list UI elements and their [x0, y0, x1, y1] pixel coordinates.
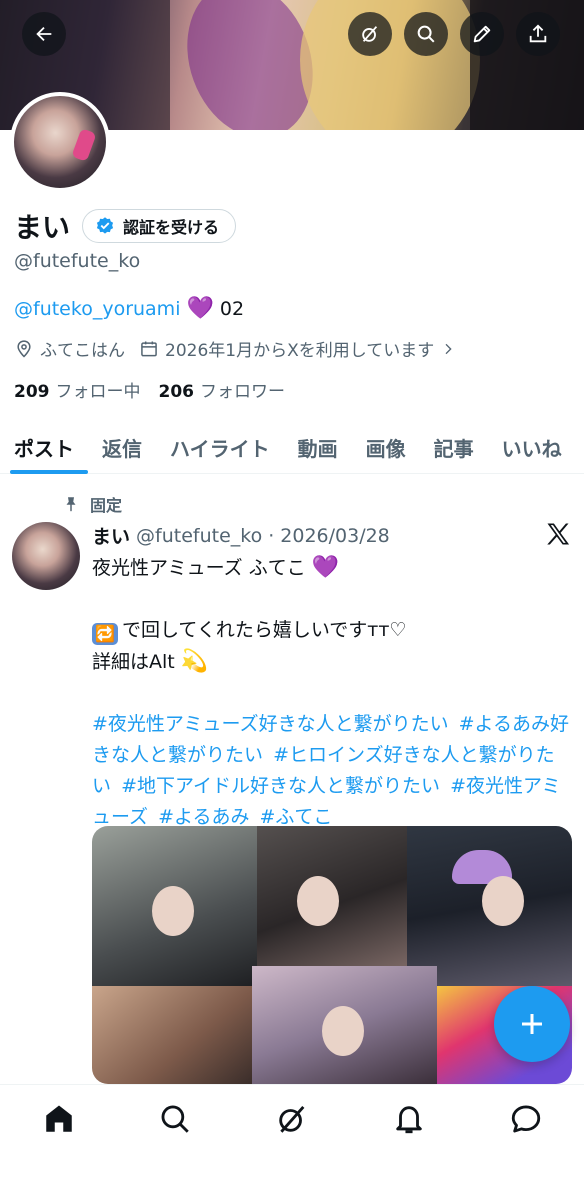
post-author-avatar[interactable] [12, 522, 80, 590]
nav-notifications[interactable] [392, 1102, 426, 1136]
chevron-right-icon [445, 343, 452, 354]
followers-link[interactable]: 206 フォロワー [159, 377, 286, 402]
purple-heart-emoji: 💜 [311, 555, 340, 580]
pinned-indicator: 固定 [62, 492, 122, 516]
tab-likes[interactable]: いいね [488, 420, 576, 474]
share-icon [529, 24, 547, 43]
media-photo[interactable] [92, 986, 252, 1084]
bottom-navigation [0, 1084, 584, 1200]
hashtag-link[interactable]: #よるあみ [158, 806, 249, 828]
post-hashtags: #夜光性アミューズ好きな人と繋がりたい #よるあみ好きな人と繋がりたい #ヒロイ… [92, 713, 569, 828]
grok-icon [362, 26, 378, 42]
get-verified-label: 認証を受ける [123, 218, 220, 237]
post-author-name[interactable]: まい [92, 522, 130, 549]
location-text: ふてこはん [40, 341, 125, 361]
nav-messages[interactable] [509, 1102, 543, 1136]
repeat-emoji: 🔁 [92, 623, 118, 645]
search-icon [161, 1105, 189, 1133]
joined-text: 2026年1月からXを利用しています [165, 341, 435, 361]
profile-location: ふてこはん [14, 336, 125, 361]
grok-icon [279, 1106, 305, 1133]
edit-button[interactable] [460, 12, 504, 56]
tab-videos[interactable]: 動画 [284, 420, 352, 474]
bell-icon [396, 1106, 422, 1134]
bio-suffix: 02 [219, 297, 245, 320]
back-button[interactable] [22, 12, 66, 56]
x-logo-icon [547, 523, 570, 545]
pinned-label: 固定 [90, 496, 123, 515]
profile-tabs: ポスト 返信 ハイライト 動画 画像 記事 いいね [0, 420, 584, 474]
tab-highlights[interactable]: ハイライト [156, 420, 284, 474]
post-body: 夜光性アミューズ ふてこ 💜 🔁 で回してくれたら嬉しいですтт♡ 詳細はAlt … [92, 552, 576, 833]
pencil-icon [473, 25, 491, 43]
share-button[interactable] [516, 12, 560, 56]
get-verified-button[interactable]: 認証を受ける [82, 209, 237, 243]
post-line-2: で回してくれたら嬉しいですтт♡ [122, 619, 407, 641]
profile-avatar[interactable] [10, 92, 110, 192]
hashtag-link[interactable]: #地下アイドル好きな人と繋がりたい [121, 775, 440, 797]
post-author-handle[interactable]: @futefute_ko [136, 525, 262, 547]
following-link[interactable]: 209 フォロー中 [14, 377, 141, 402]
home-icon [46, 1105, 72, 1132]
post-line-3: 詳細はAlt [92, 651, 175, 673]
post-header: まい @futefute_ko · 2026/03/28 [92, 522, 390, 549]
arrow-left-icon [36, 26, 52, 42]
verified-badge-icon [96, 217, 114, 234]
search-button[interactable] [404, 12, 448, 56]
grok-button[interactable] [348, 12, 392, 56]
tab-photos[interactable]: 画像 [352, 420, 420, 474]
tab-articles[interactable]: 記事 [420, 420, 488, 474]
location-pin-icon [17, 339, 31, 358]
profile-joined[interactable]: 2026年1月からXを利用しています [139, 336, 456, 361]
nav-search[interactable] [158, 1102, 192, 1136]
compose-button[interactable] [494, 986, 570, 1062]
calendar-icon [141, 341, 157, 356]
purple-heart-emoji: 💜 [186, 296, 214, 321]
search-icon [417, 25, 435, 43]
tab-replies[interactable]: 返信 [88, 420, 156, 474]
bio-mention-link[interactable]: @futeko_yoruami [14, 298, 180, 320]
post-dot-separator: · [268, 524, 275, 547]
profile-handle: @futefute_ko [14, 250, 141, 272]
hashtag-link[interactable]: #ふてこ [260, 806, 333, 828]
pin-icon [66, 497, 76, 512]
dizzy-emoji: 💫 [180, 649, 209, 674]
post-date[interactable]: 2026/03/28 [280, 525, 390, 547]
nav-grok[interactable] [275, 1102, 309, 1136]
nav-home[interactable] [42, 1102, 76, 1136]
post-line-1: 夜光性アミューズ ふてこ [92, 557, 306, 579]
chat-bubble-icon [511, 1105, 541, 1133]
tab-posts[interactable]: ポスト [0, 420, 88, 474]
hashtag-link[interactable]: #夜光性アミューズ好きな人と繋がりたい [92, 713, 449, 735]
profile-name: まい [14, 211, 71, 244]
profile-bio: @futeko_yoruami 💜 02 [14, 296, 244, 321]
plus-icon [522, 1014, 542, 1034]
